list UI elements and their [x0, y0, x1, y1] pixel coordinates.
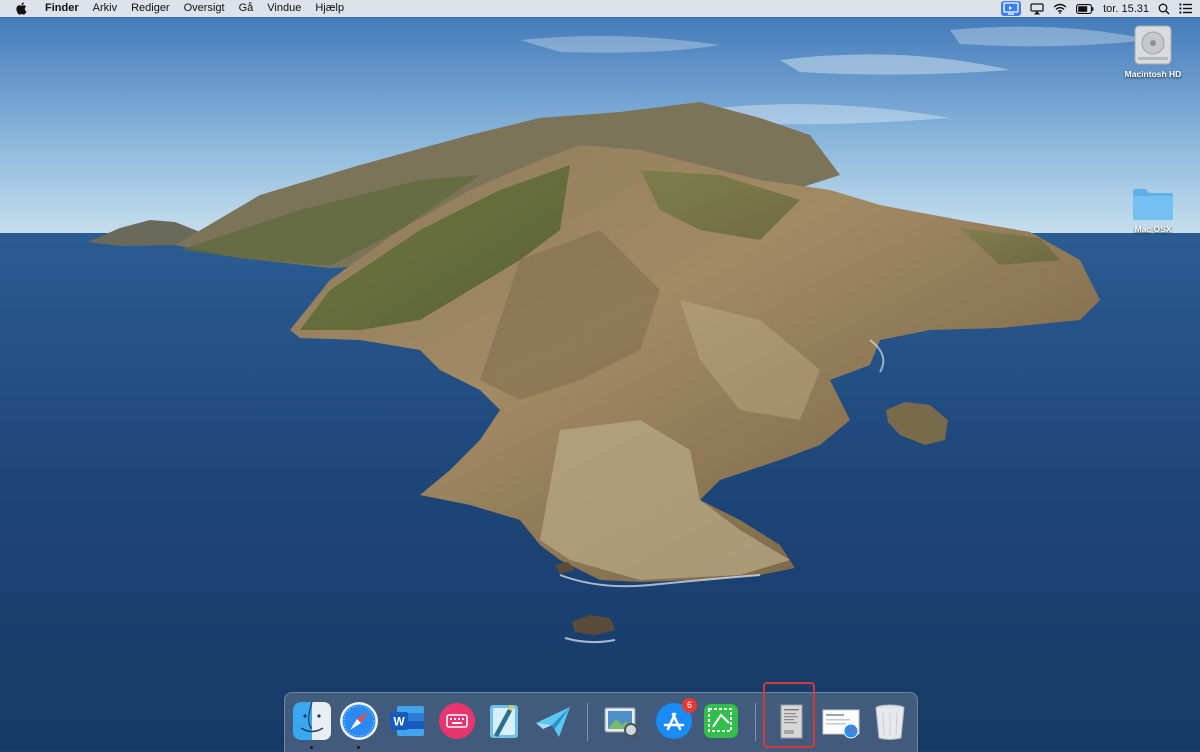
- word-icon: W: [390, 706, 424, 736]
- dock-finder[interactable]: [292, 701, 332, 749]
- finder-icon: [293, 701, 331, 740]
- menu-oversigt[interactable]: Oversigt: [177, 0, 232, 17]
- preview-icon: [604, 707, 642, 741]
- menu-hjaelp[interactable]: Hjælp: [308, 0, 351, 17]
- desktop-icon-macintosh-hd[interactable]: Macintosh HD: [1113, 23, 1193, 79]
- paper-plane-icon: [536, 707, 570, 737]
- list-icon[interactable]: [1179, 0, 1192, 17]
- running-indicator: [310, 746, 313, 749]
- trash-icon: [875, 704, 905, 740]
- dock-separator: [587, 703, 588, 741]
- menu-rediger[interactable]: Rediger: [124, 0, 177, 17]
- dock-trash[interactable]: [870, 701, 910, 741]
- desktop-icon-label: Mac OSX: [1134, 224, 1172, 234]
- search-icon[interactable]: [1158, 0, 1170, 17]
- dock-keyboard-app[interactable]: [437, 701, 477, 741]
- dock-preview[interactable]: [602, 701, 642, 741]
- dock-green-grid-app[interactable]: [701, 701, 741, 741]
- dock-textedit[interactable]: [484, 701, 524, 741]
- apple-icon[interactable]: [14, 2, 28, 16]
- dock-separator: [755, 703, 756, 741]
- green-grid-icon: [704, 704, 738, 738]
- menu-vindue[interactable]: Vindue: [260, 0, 308, 17]
- safari-doc-icon: [822, 709, 860, 739]
- dock-safari-document[interactable]: [821, 701, 861, 741]
- highlight-annotation: [763, 682, 815, 748]
- dock-safari[interactable]: [339, 701, 379, 749]
- dock-app-store[interactable]: 6: [654, 698, 697, 741]
- wifi-icon[interactable]: [1053, 0, 1067, 17]
- menu-bar: Finder Arkiv Rediger Oversigt Gå Vindue …: [0, 0, 1200, 17]
- menu-arkiv[interactable]: Arkiv: [86, 0, 124, 17]
- desktop-icon-label: Macintosh HD: [1124, 69, 1182, 79]
- screen-share-icon[interactable]: [1001, 1, 1022, 16]
- hard-drive-icon: [1134, 25, 1172, 65]
- folder-icon: [1133, 189, 1173, 220]
- menu-finder[interactable]: Finder: [38, 0, 86, 17]
- dock-paper-plane-app[interactable]: [533, 701, 573, 741]
- keyboard-icon: [439, 703, 475, 739]
- svg-text:W: W: [393, 715, 405, 729]
- dock: W 6: [284, 692, 918, 752]
- desktop-wallpaper: [0, 0, 1200, 751]
- menu-ga[interactable]: Gå: [232, 0, 261, 17]
- battery-icon[interactable]: [1076, 0, 1094, 17]
- textedit-icon: [490, 705, 518, 738]
- clock[interactable]: tor. 15.31: [1103, 0, 1149, 17]
- running-indicator: [357, 746, 360, 749]
- safari-icon: [340, 702, 378, 740]
- dock-word[interactable]: W: [387, 701, 427, 741]
- desktop-icon-mac-osx[interactable]: Mac OSX: [1113, 186, 1193, 234]
- notification-badge: 6: [682, 698, 697, 713]
- airplay-icon[interactable]: [1030, 0, 1044, 17]
